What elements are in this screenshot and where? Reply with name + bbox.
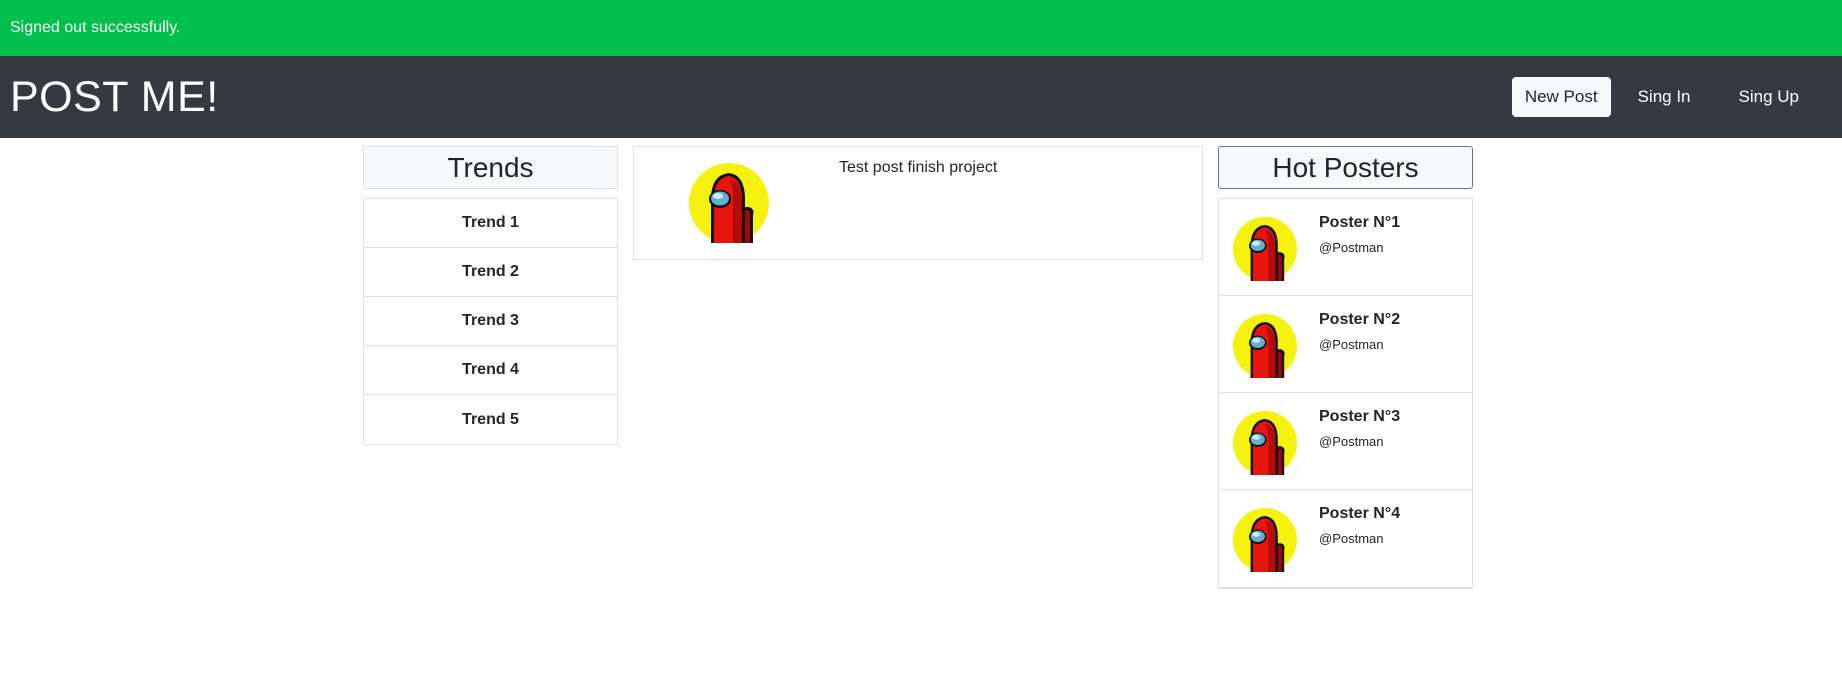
top-navbar: POST ME! New Post Sing In Sing Up bbox=[0, 56, 1842, 138]
crewmate-avatar-icon bbox=[1233, 411, 1297, 475]
crewmate-avatar-icon bbox=[1233, 508, 1297, 572]
crewmate-avatar-icon bbox=[1233, 314, 1297, 378]
trend-item[interactable]: Trend 4 bbox=[364, 346, 617, 395]
post-text: Test post finish project bbox=[839, 159, 998, 176]
trend-item[interactable]: Trend 1 bbox=[364, 199, 617, 248]
poster-handle: @Postman bbox=[1319, 434, 1384, 449]
trends-panel: Trends Trend 1 Trend 2 Trend 3 Trend 4 T… bbox=[363, 146, 618, 445]
post-card[interactable]: Test post finish project bbox=[633, 146, 1203, 260]
flash-message-text: Signed out successfully. bbox=[10, 19, 181, 36]
poster-handle: @Postman bbox=[1319, 337, 1384, 352]
main-content: Trends Trend 1 Trend 2 Trend 3 Trend 4 T… bbox=[0, 138, 1842, 680]
poster-handle: @Postman bbox=[1319, 240, 1384, 255]
crewmate-avatar-icon bbox=[1233, 217, 1297, 281]
flash-message: Signed out successfully. bbox=[0, 0, 1842, 56]
new-post-button[interactable]: New Post bbox=[1511, 77, 1611, 117]
poster-name: Poster N°1 bbox=[1319, 214, 1401, 231]
trend-item[interactable]: Trend 3 bbox=[364, 297, 617, 346]
trend-item[interactable]: Trend 5 bbox=[364, 395, 617, 444]
brand-logo[interactable]: POST ME! bbox=[10, 73, 219, 122]
poster-item[interactable]: Poster N°3 @Postman bbox=[1219, 393, 1472, 490]
hot-posters-panel: Hot Posters Poster N°1 @Postman Poster N… bbox=[1218, 146, 1473, 589]
trends-list: Trend 1 Trend 2 Trend 3 Trend 4 Trend 5 bbox=[363, 198, 618, 445]
poster-handle: @Postman bbox=[1319, 531, 1384, 546]
trend-item[interactable]: Trend 2 bbox=[364, 248, 617, 297]
crewmate-avatar-icon bbox=[689, 163, 769, 243]
hot-posters-title: Hot Posters bbox=[1218, 146, 1473, 189]
nav-actions: New Post Sing In Sing Up bbox=[1511, 77, 1820, 117]
sign-in-link[interactable]: Sing In bbox=[1617, 78, 1712, 116]
poster-item[interactable]: Poster N°2 @Postman bbox=[1219, 296, 1472, 393]
poster-name: Poster N°2 bbox=[1319, 311, 1401, 328]
sign-up-link[interactable]: Sing Up bbox=[1718, 78, 1820, 116]
trends-title: Trends bbox=[363, 146, 618, 189]
poster-name: Poster N°4 bbox=[1319, 505, 1401, 522]
poster-item[interactable]: Poster N°1 @Postman bbox=[1219, 199, 1472, 296]
poster-item[interactable]: Poster N°4 @Postman bbox=[1219, 490, 1472, 587]
poster-name: Poster N°3 bbox=[1319, 408, 1401, 425]
hot-posters-list: Poster N°1 @Postman Poster N°2 @Postman … bbox=[1218, 198, 1473, 589]
